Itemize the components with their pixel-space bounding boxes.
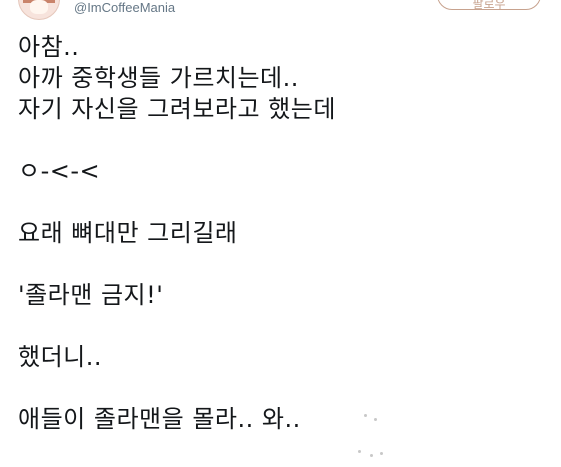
decorative-dots xyxy=(356,412,386,462)
dot xyxy=(370,454,373,457)
tweet-line: 아까 중학생들 가르치는데.. xyxy=(18,64,299,92)
tweet-line: '졸라맨 금지!' xyxy=(18,281,164,309)
tweet-line: 자기 자신을 그려보라고 했는데 xyxy=(18,95,336,123)
tweet-text: 아참.. 아까 중학생들 가르치는데.. 자기 자신을 그려보라고 했는데 ㅇ-… xyxy=(18,32,548,435)
avatar-face xyxy=(30,0,48,14)
dot xyxy=(358,450,361,453)
tweet-line: ㅇ-<-< xyxy=(18,157,101,185)
dot xyxy=(364,414,367,417)
tweet-line: 애들이 졸라맨을 몰라.. 와.. xyxy=(18,405,301,433)
tweet-line: 했더니.. xyxy=(18,343,102,371)
dot xyxy=(374,418,377,421)
avatar[interactable] xyxy=(18,0,60,20)
follow-button[interactable]: 팔로우 xyxy=(437,0,541,10)
dot xyxy=(380,452,383,455)
tweet-line: 요래 뼈대만 그리길래 xyxy=(18,219,238,247)
tweet-line: 아참.. xyxy=(18,33,80,61)
account-handle[interactable]: @ImCoffeeMania xyxy=(74,0,175,16)
tweet-header: @ImCoffeeMania 팔로우 xyxy=(0,0,561,20)
